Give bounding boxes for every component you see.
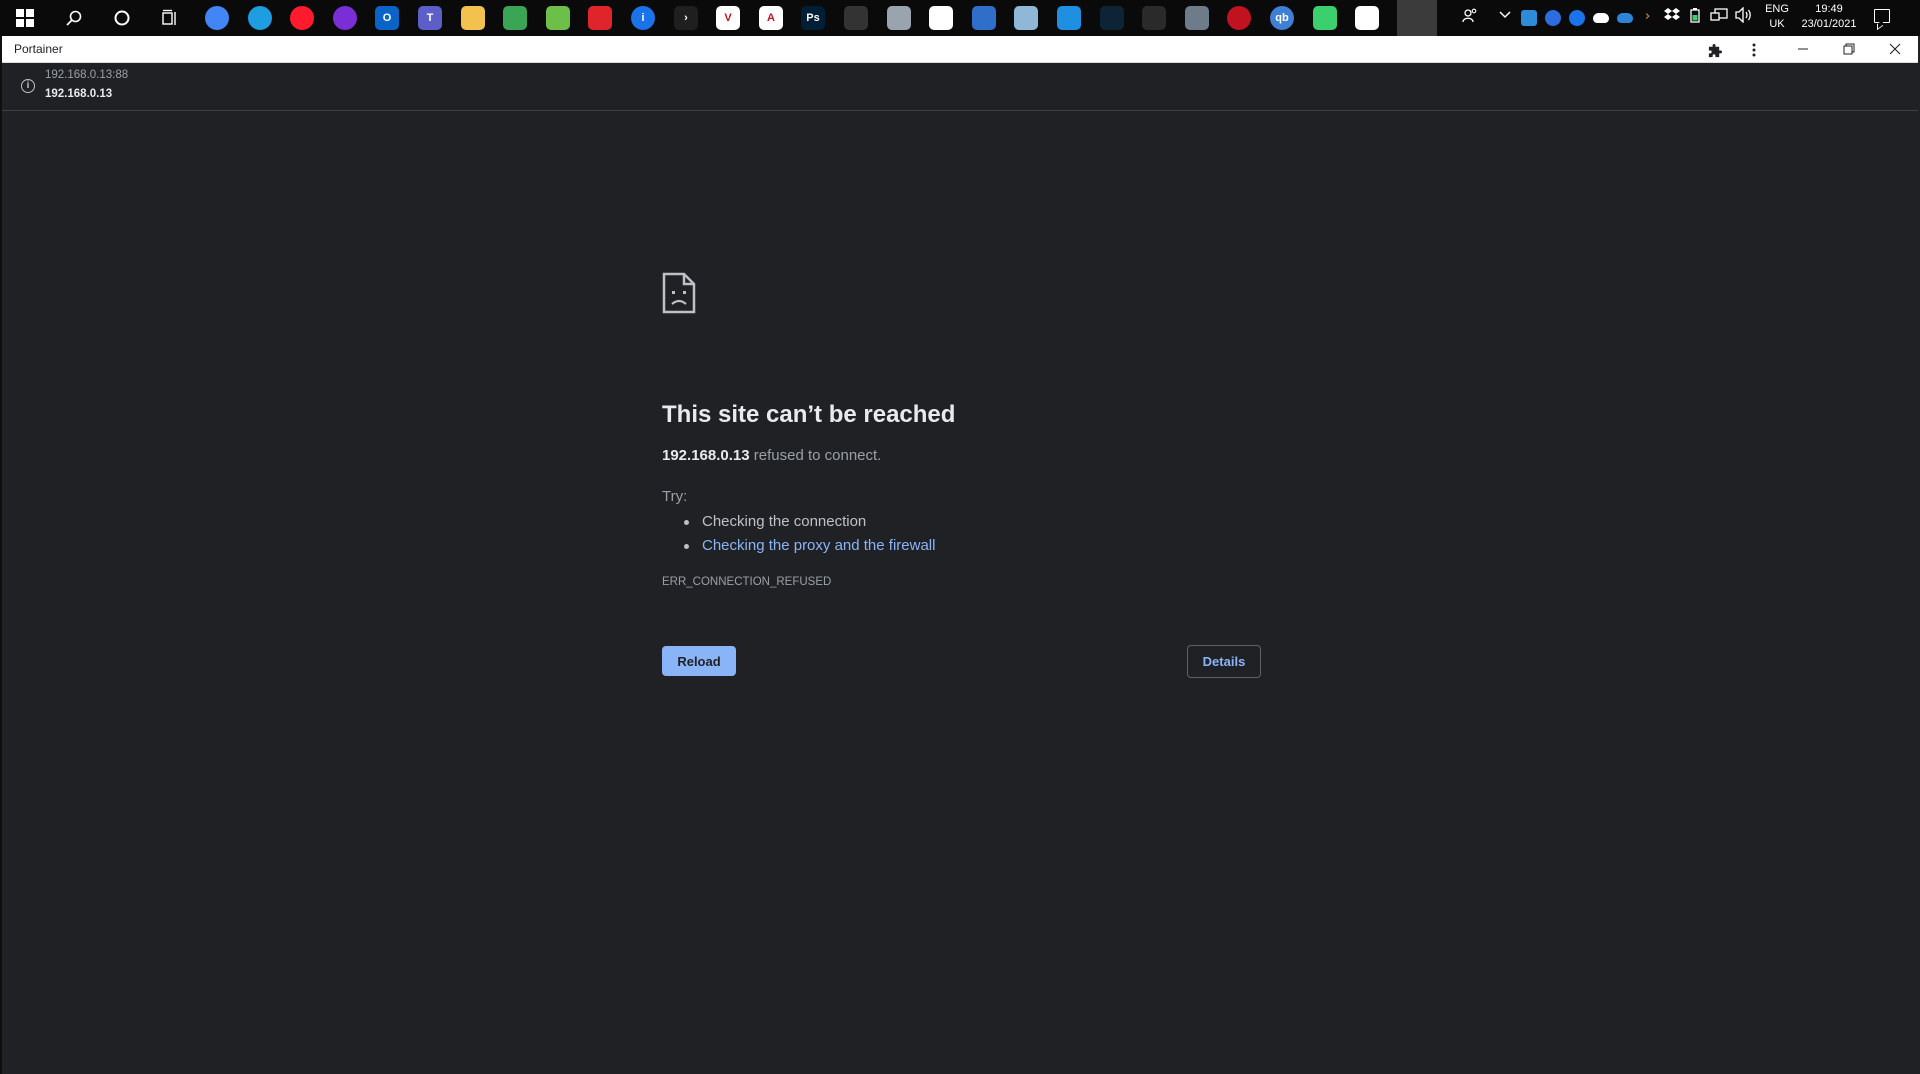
green-bolt-app-icon[interactable] (1313, 6, 1337, 30)
virtual-desktop-icon[interactable] (1142, 6, 1166, 30)
address-host[interactable]: 192.168.0.13 (45, 88, 112, 100)
action-center-icon[interactable] (1874, 9, 1890, 23)
extensions-icon[interactable] (1703, 39, 1725, 61)
suggestion-check-proxy-firewall-link[interactable]: Checking the proxy and the firewall (684, 534, 935, 558)
screen-recorder-icon[interactable] (588, 6, 612, 30)
outlook-icon[interactable]: O (375, 6, 399, 30)
photoshop-icon[interactable]: Ps (801, 6, 825, 30)
cortana-icon[interactable] (110, 6, 134, 30)
search-icon[interactable] (62, 6, 86, 30)
file-explorer-icon[interactable] (461, 6, 485, 30)
error-title: This site can’t be reached (662, 401, 956, 428)
app-window: Portainer i 192.168.0.13:88 192.168.0.13 (0, 36, 1920, 1074)
address-bar[interactable]: i 192.168.0.13:88 192.168.0.13 (2, 63, 1918, 111)
reload-button[interactable]: Reload (662, 646, 736, 676)
zoom-icon[interactable] (1545, 10, 1561, 26)
clock-date: 23/01/2021 (1801, 18, 1857, 30)
clock-time: 19:49 (1815, 3, 1843, 15)
onedrive-business-icon[interactable] (1617, 13, 1633, 23)
try-label: Try: (662, 488, 688, 505)
password-manager-icon[interactable]: i (631, 6, 655, 30)
minimize-icon[interactable] (1792, 39, 1814, 61)
error-detail: 192.168.0.13 refused to connect. (662, 447, 881, 464)
suggestion-check-connection: Checking the connection (684, 510, 935, 534)
taskbar: O Ti › V A Ps qb › ENG UK 19:49 23/01/2021 (0, 0, 1920, 36)
edge-icon[interactable] (248, 6, 272, 30)
more-options-icon[interactable] (1743, 39, 1765, 61)
inkscape-icon[interactable] (844, 6, 868, 30)
microsoft-store-icon[interactable] (929, 6, 953, 30)
red-app-icon[interactable] (1227, 6, 1251, 30)
language-region: UK (1769, 18, 1785, 30)
remote-desktop-icon[interactable] (972, 6, 996, 30)
suggestion-list: Checking the connection Checking the pro… (684, 510, 935, 558)
chevron-up-icon[interactable] (1498, 7, 1512, 28)
maps-icon[interactable] (503, 6, 527, 30)
restore-icon[interactable] (1838, 39, 1860, 61)
error-host: 192.168.0.13 (662, 447, 750, 464)
window-title: Portainer (14, 42, 63, 56)
cloud-app-icon[interactable] (887, 6, 911, 30)
opera-icon[interactable] (290, 6, 314, 30)
error-detail-suffix: refused to connect. (749, 447, 882, 464)
dropbox-icon[interactable] (1664, 7, 1680, 28)
language-code: ENG (1765, 3, 1789, 15)
task-view-icon[interactable] (158, 6, 182, 30)
people-icon[interactable] (1462, 7, 1478, 30)
panda-app-icon[interactable] (1355, 6, 1379, 30)
error-code: ERR_CONNECTION_REFUSED (662, 576, 832, 588)
plex-tray-icon[interactable]: › (1645, 7, 1650, 27)
calculator-icon[interactable] (1185, 6, 1209, 30)
tray-app-icon[interactable] (1521, 10, 1537, 26)
details-button[interactable]: Details (1187, 645, 1261, 678)
chrome-icon[interactable] (205, 6, 229, 30)
windows-start-icon[interactable] (16, 9, 34, 27)
network-icon[interactable] (1710, 7, 1728, 30)
lime-app-icon[interactable] (546, 6, 570, 30)
sad-document-icon (662, 272, 696, 314)
title-bar[interactable]: Portainer (2, 36, 1918, 63)
qbittorrent-icon[interactable]: qb (1270, 6, 1294, 30)
teams-icon[interactable]: T (418, 6, 442, 30)
volume-icon[interactable] (1735, 6, 1753, 30)
plex-icon[interactable]: › (674, 6, 698, 30)
terminal-app-icon[interactable] (1100, 6, 1124, 30)
password-manager-tray-icon[interactable] (1569, 10, 1585, 26)
site-info-icon[interactable]: i (21, 79, 35, 93)
onedrive-personal-icon[interactable] (1593, 13, 1609, 23)
address-url[interactable]: 192.168.0.13:88 (45, 69, 128, 81)
close-icon[interactable] (1884, 39, 1906, 61)
globe-app-icon[interactable] (1014, 6, 1038, 30)
active-app-slot (1397, 0, 1437, 36)
battery-icon[interactable] (1689, 7, 1701, 30)
language-indicator[interactable]: ENG UK (1763, 2, 1791, 32)
settings-app-icon[interactable] (1057, 6, 1081, 30)
podcast-icon[interactable] (333, 6, 357, 30)
clock[interactable]: 19:49 23/01/2021 (1793, 2, 1865, 32)
acrobat-icon[interactable]: A (759, 6, 783, 30)
vnc-viewer-icon[interactable]: V (716, 6, 740, 30)
